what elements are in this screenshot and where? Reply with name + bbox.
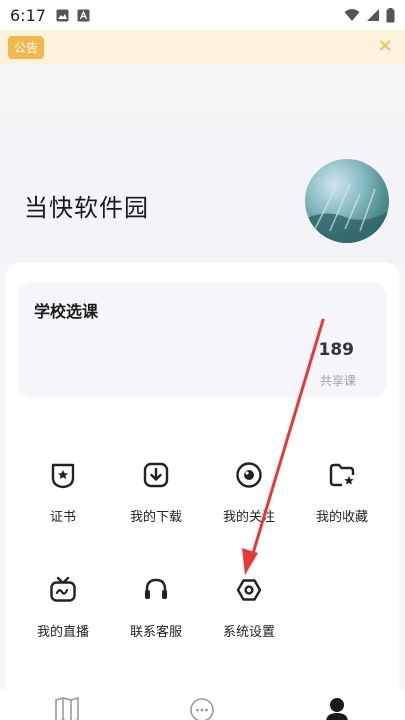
certificate-icon bbox=[51, 463, 75, 489]
profile-icon[interactable] bbox=[324, 696, 350, 720]
image-icon bbox=[56, 9, 69, 21]
menu-label: 联系客服 bbox=[129, 625, 182, 640]
settings-icon bbox=[236, 579, 262, 601]
avatar-image bbox=[305, 183, 389, 243]
menu-item-downloads[interactable]: 我的下载 bbox=[110, 460, 202, 550]
chat-icon[interactable] bbox=[189, 696, 215, 720]
signal-icon bbox=[367, 9, 379, 21]
menu-item-support[interactable]: 联系客服 bbox=[110, 575, 202, 665]
tv-icon bbox=[50, 576, 76, 602]
shared-course-label: 共享课 bbox=[319, 374, 356, 388]
menu-item-following[interactable]: 我的关注 bbox=[203, 460, 295, 550]
headset-icon bbox=[145, 578, 167, 599]
menu-label: 我的直播 bbox=[36, 625, 89, 640]
bottom-tab-bar bbox=[0, 690, 405, 720]
menu-item-settings[interactable]: 系统设置 bbox=[203, 575, 295, 665]
school-card[interactable]: 学校选课 189 共享课 bbox=[18, 282, 386, 398]
avatar[interactable] bbox=[305, 159, 389, 243]
status-right bbox=[344, 7, 395, 23]
menu-label: 我的下载 bbox=[129, 510, 182, 525]
font-icon bbox=[77, 9, 90, 21]
battery-icon bbox=[386, 7, 395, 22]
menu-item-live[interactable]: 我的直播 bbox=[17, 575, 109, 665]
profile-name[interactable]: 当快软件园 bbox=[24, 188, 149, 223]
download-icon bbox=[143, 462, 169, 488]
menu-label: 我的关注 bbox=[222, 510, 275, 525]
eye-icon bbox=[236, 462, 262, 488]
notice-badge[interactable]: 公告 bbox=[8, 35, 45, 59]
notice-bar: 公告 ✕ bbox=[0, 30, 405, 64]
menu-label: 系统设置 bbox=[222, 625, 275, 640]
folder-star-icon bbox=[329, 463, 355, 487]
menu-item-favorites[interactable]: 我的收藏 bbox=[296, 460, 388, 550]
status-time: 6:17 bbox=[10, 5, 46, 25]
book-icon[interactable] bbox=[54, 696, 80, 720]
menu-label: 证书 bbox=[49, 510, 76, 525]
status-bar: 6:17 bbox=[0, 0, 405, 30]
menu-label: 我的收藏 bbox=[315, 510, 368, 525]
shared-course-count: 189 bbox=[318, 340, 355, 360]
school-card-title: 学校选课 bbox=[34, 302, 99, 321]
wifi-icon bbox=[344, 9, 360, 21]
menu-item-certificate[interactable]: 证书 bbox=[17, 460, 109, 550]
close-icon[interactable]: ✕ bbox=[373, 38, 397, 56]
profile-header: 当快软件园 bbox=[0, 64, 405, 264]
